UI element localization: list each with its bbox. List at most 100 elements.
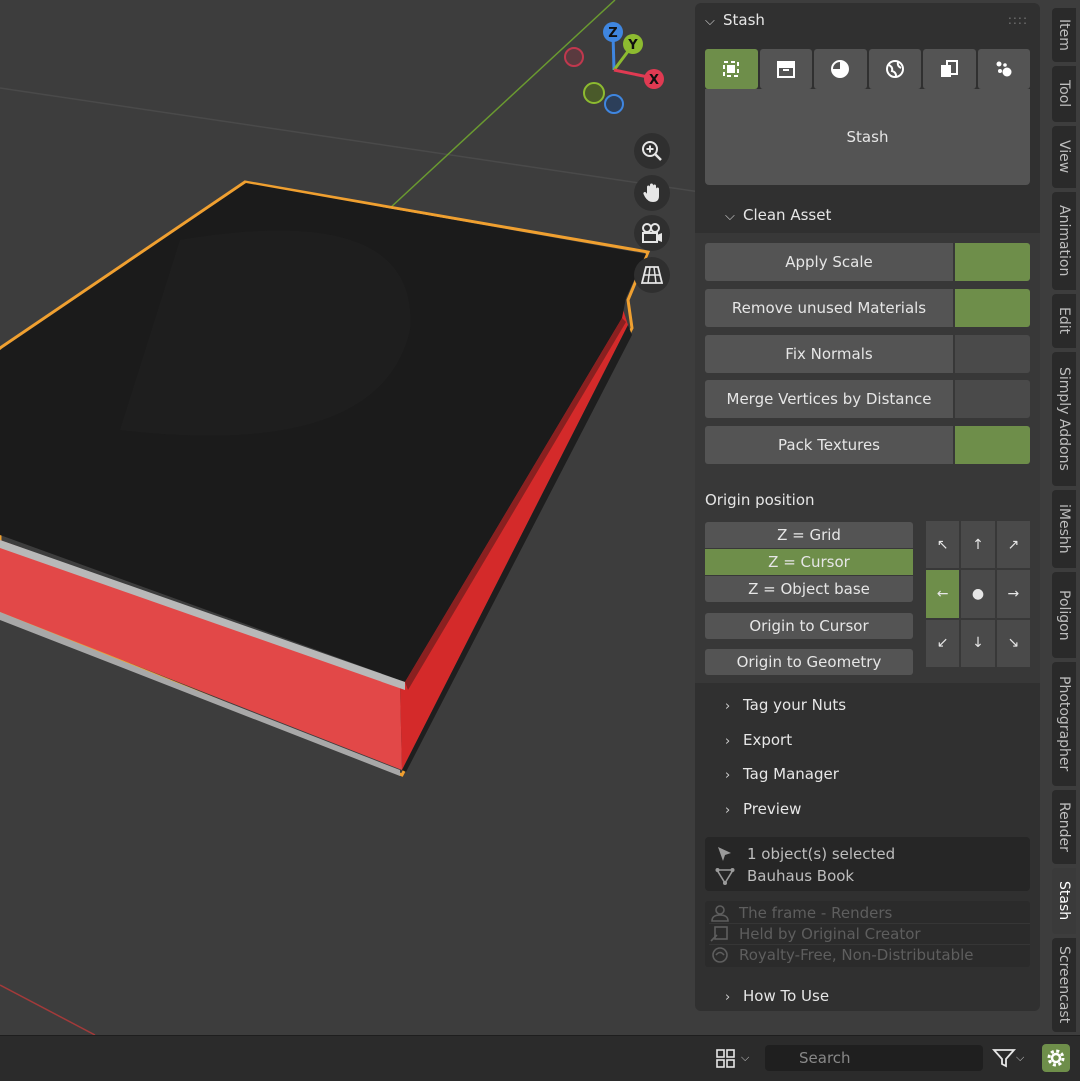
search-input[interactable] <box>765 1045 983 1071</box>
merge-vertices-toggle[interactable] <box>955 380 1030 418</box>
side-tab-view[interactable]: View <box>1052 126 1076 188</box>
copy-tab[interactable] <box>923 49 976 89</box>
preview-section[interactable]: › Preview <box>725 800 801 818</box>
hand-icon <box>643 183 659 202</box>
grid-icon <box>641 266 663 284</box>
clean-asset-header[interactable]: ⌵ Clean Asset <box>725 206 831 224</box>
material-tab[interactable] <box>814 49 867 89</box>
zoom-icon <box>642 141 662 161</box>
object-name-row: Bauhaus Book <box>715 867 854 885</box>
select-tab[interactable] <box>705 49 758 89</box>
side-tab-animation[interactable]: Animation <box>1052 192 1076 290</box>
chevron-right-icon: › <box>725 803 731 818</box>
author-row: The frame - Renders <box>709 903 1030 924</box>
origin-anchor-grid: ↖ ↑ ↗ ← ● → ↙ ↓ ↘ <box>926 521 1030 667</box>
anchor-top-right[interactable]: ↗ <box>996 521 1030 569</box>
how-to-use-section[interactable]: › How To Use <box>725 987 829 1005</box>
chevron-down-icon: ⌵ <box>741 1051 750 1064</box>
export-section[interactable]: › Export <box>725 731 792 749</box>
stash-button[interactable]: Stash <box>705 89 1030 185</box>
side-tab-tool[interactable]: Tool <box>1052 66 1076 122</box>
zoom-button[interactable] <box>634 133 670 169</box>
z-object-base-button[interactable]: Z = Object base <box>705 576 913 602</box>
anchor-right[interactable]: → <box>996 570 1030 618</box>
tag-your-nuts-section[interactable]: › Tag your Nuts <box>725 696 846 714</box>
fix-normals-toggle[interactable] <box>955 335 1030 373</box>
pack-textures-toggle[interactable] <box>955 426 1030 464</box>
z-cursor-button[interactable]: Z = Cursor <box>705 549 913 575</box>
license-box: The frame - Renders Held by Original Cre… <box>705 901 1030 967</box>
origin-to-cursor-button[interactable]: Origin to Cursor <box>705 613 913 639</box>
side-tab-stash[interactable]: Stash <box>1052 868 1076 934</box>
archive-tab[interactable] <box>759 49 812 89</box>
anchor-center[interactable]: ● <box>961 570 995 618</box>
chevron-right-icon: › <box>725 734 731 749</box>
drag-grip-icon[interactable]: :::: <box>1008 13 1028 27</box>
particles-tab[interactable] <box>977 49 1030 89</box>
side-tab-imeshh[interactable]: iMeshh <box>1052 490 1076 568</box>
fix-normals-button[interactable]: Fix Normals <box>705 335 953 373</box>
origin-to-geometry-button[interactable]: Origin to Geometry <box>705 649 913 675</box>
chevron-down-icon: ⌵ <box>725 209 735 224</box>
apply-scale-button[interactable]: Apply Scale <box>705 243 953 281</box>
side-tab-screencast[interactable]: Screencast <box>1052 938 1076 1032</box>
x-axis-label: X <box>649 73 659 88</box>
anchor-top-left[interactable]: ↖ <box>926 521 960 569</box>
neg-x-handle <box>564 47 584 67</box>
selected-count: 1 object(s) selected <box>747 845 896 863</box>
bottom-toolbar: ⌵ ⌵ <box>0 1035 1080 1081</box>
anchor-bottom-left[interactable]: ↙ <box>926 619 960 667</box>
side-tab-poligon[interactable]: Poligon <box>1052 572 1076 658</box>
anchor-left[interactable]: ← <box>926 570 960 618</box>
stash-panel: ⌵ Stash :::: Stash ⌵ Clean Asset Apply S… <box>695 3 1040 1011</box>
select-icon <box>723 61 740 77</box>
filter-icon <box>992 1049 1016 1068</box>
z-grid-button[interactable]: Z = Grid <box>705 522 913 548</box>
chevron-right-icon: › <box>725 990 731 1005</box>
held-by-row: Held by Original Creator <box>709 924 1030 945</box>
navigation-gizmo[interactable]: Z Y X <box>558 18 674 118</box>
anchor-top[interactable]: ↑ <box>961 521 995 569</box>
mesh-object-icon <box>715 868 735 885</box>
chevron-down-icon: ⌵ <box>1016 1051 1025 1064</box>
apply-scale-row: Apply Scale <box>705 243 1030 281</box>
tag-manager-section[interactable]: › Tag Manager <box>725 765 839 783</box>
cursor-arrow-icon <box>718 847 731 861</box>
side-tab-photographer[interactable]: Photographer <box>1052 662 1076 786</box>
chevron-right-icon: › <box>725 699 731 714</box>
particles-icon <box>996 61 1012 77</box>
side-tab-item[interactable]: Item <box>1052 8 1076 62</box>
remove-unused-materials-toggle[interactable] <box>955 289 1030 327</box>
selected-count-row: 1 object(s) selected <box>715 845 895 863</box>
gear-icon <box>1047 1049 1065 1067</box>
panel-header[interactable]: ⌵ Stash <box>705 11 765 29</box>
side-tab-edit[interactable]: Edit <box>1052 294 1076 348</box>
selection-info-box: 1 object(s) selected Bauhaus Book <box>705 837 1030 891</box>
view-mode-dropdown[interactable]: ⌵ <box>715 1045 755 1071</box>
settings-button[interactable] <box>1042 1044 1070 1072</box>
stash-tab-row <box>705 49 1030 89</box>
x-axis-line <box>0 984 96 1035</box>
remove-unused-materials-button[interactable]: Remove unused Materials <box>705 289 953 327</box>
chevron-down-icon: ⌵ <box>705 14 715 29</box>
side-tab-render[interactable]: Render <box>1052 790 1076 864</box>
camera-icon <box>642 223 662 243</box>
anchor-bottom-right[interactable]: ↘ <box>996 619 1030 667</box>
copy-icon <box>941 60 959 77</box>
ortho-toggle-button[interactable] <box>634 257 670 293</box>
anchor-bottom[interactable]: ↓ <box>961 619 995 667</box>
merge-vertices-button[interactable]: Merge Vertices by Distance <box>705 380 953 418</box>
neg-y-handle <box>583 82 605 104</box>
apply-scale-toggle[interactable] <box>955 243 1030 281</box>
filter-dropdown[interactable]: ⌵ <box>992 1045 1032 1071</box>
camera-view-button[interactable] <box>634 215 670 251</box>
world-tab[interactable] <box>868 49 921 89</box>
y-axis-label: Y <box>627 38 638 53</box>
terms-row: Royalty-Free, Non-Distributable <box>709 945 1030 965</box>
pack-textures-button[interactable]: Pack Textures <box>705 426 953 464</box>
user-icon <box>711 905 729 922</box>
pan-button[interactable] <box>634 175 670 211</box>
certificate-icon <box>710 926 728 942</box>
side-tab-simply-addons[interactable]: Simply Addons <box>1052 352 1076 486</box>
merge-vertices-row: Merge Vertices by Distance <box>705 380 1030 418</box>
